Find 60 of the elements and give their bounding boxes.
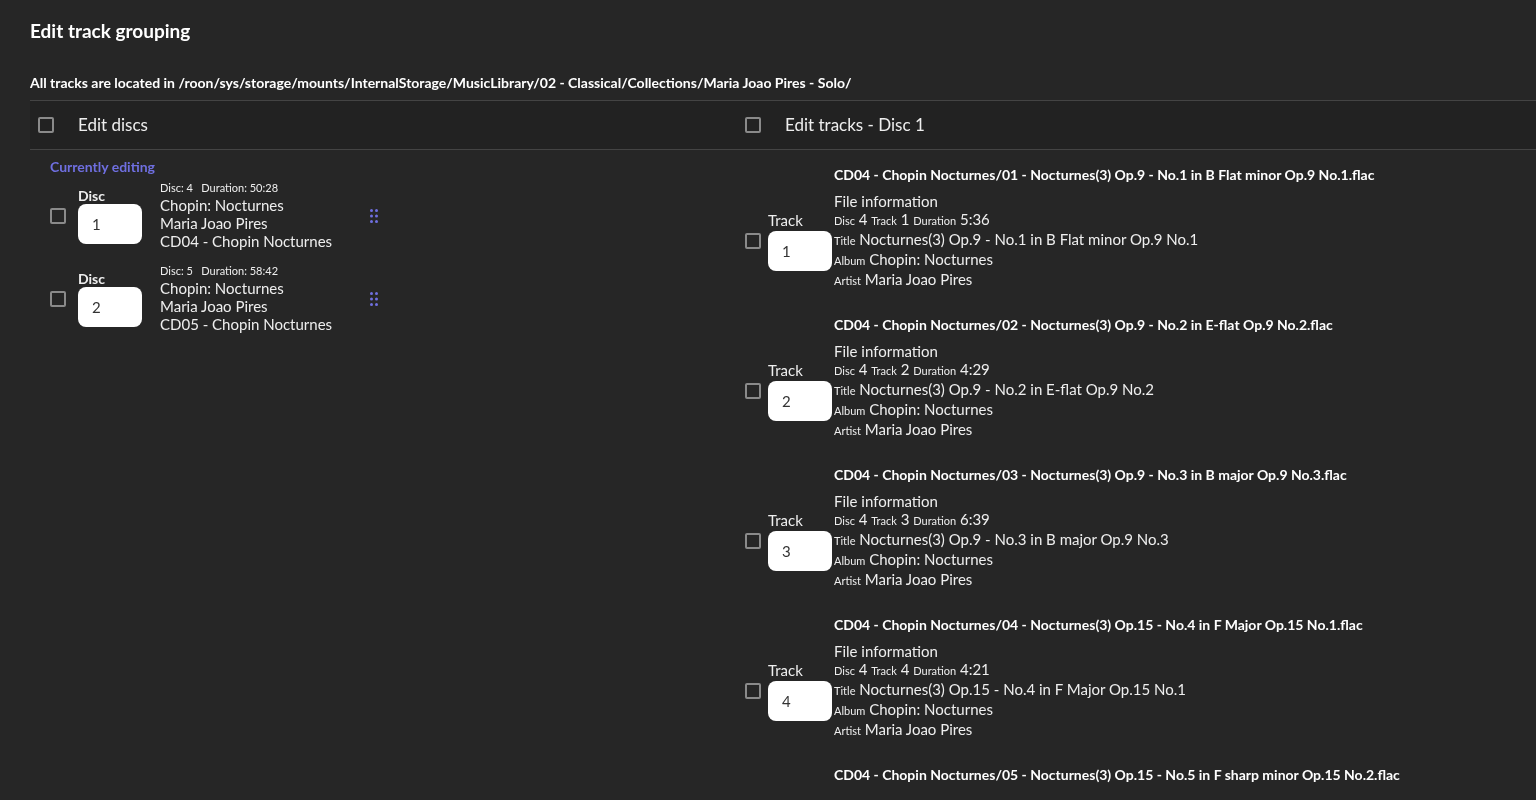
info-line: Title Nocturnes(3) Op.9 - No.2 in E-flat Op.9 No.2	[834, 380, 1155, 400]
info-line: Artist Maria Joao Pires	[834, 420, 974, 440]
info-line: Title Nocturnes(3) Op.9 - No.1 in B Flat minor Op.9 No.1	[834, 230, 1199, 250]
track-label: Track	[768, 661, 804, 679]
section-label: Currently editing	[50, 157, 156, 177]
disc-info-line: CD04 - Chopin Nocturnes	[160, 232, 334, 250]
info-heading: File information	[834, 192, 939, 210]
location-text: All tracks are located in /roon/sys/storage/mounts/InternalStorage/MusicLibrary/02 - Classical/Collections/Maria Joao Pires - Solo/	[30, 73, 853, 93]
checkbox[interactable]	[50, 290, 66, 307]
panel-header: Edit discs	[78, 113, 148, 138]
disc-meta: Disc: 4 Duration: 50:28	[160, 181, 279, 195]
file-path: CD04 - Chopin Nocturnes/03 - Nocturnes(3) Op.9 - No.3 in B major Op.9 No.3.flac	[834, 466, 1348, 484]
number-field[interactable]: 3	[768, 531, 832, 571]
number-field[interactable]: 2	[768, 381, 832, 421]
info-heading: File information	[834, 342, 939, 360]
disc-label: Disc	[78, 270, 106, 287]
info-heading: File information	[834, 642, 939, 660]
info-line: Album Chopin: Nocturnes	[834, 700, 994, 720]
info-line: Disc 4 Track 4 Duration 4:21	[834, 660, 991, 680]
info-line: Disc 4 Track 3 Duration 6:39	[834, 510, 991, 530]
number-field[interactable]: 4	[768, 681, 832, 721]
info-heading: File information	[834, 492, 939, 510]
checkbox[interactable]	[745, 683, 761, 699]
file-path: CD04 - Chopin Nocturnes/05 - Nocturnes(3) Op.15 - No.5 in F sharp minor Op.15 No.2.flac	[834, 766, 1401, 784]
track-label: Track	[768, 361, 804, 379]
disc-info-line: Maria Joao Pires	[160, 214, 269, 232]
info-line: Title Nocturnes(3) Op.15 - No.4 in F Major Op.15 No.1	[834, 680, 1187, 700]
info-line: Disc 4 Track 2 Duration 4:29	[834, 360, 991, 380]
checkbox[interactable]	[745, 533, 761, 549]
info-line: Artist Maria Joao Pires	[834, 570, 974, 590]
drag-handle-icon[interactable]	[370, 291, 378, 306]
disc-info-line: Maria Joao Pires	[160, 297, 269, 315]
drag-handle-icon[interactable]	[370, 208, 378, 223]
info-line: Album Chopin: Nocturnes	[834, 250, 994, 270]
number-field[interactable]: 1	[78, 203, 142, 244]
number-field[interactable]: 2	[78, 286, 142, 327]
disc-info-line: Chopin: Nocturnes	[160, 196, 285, 214]
info-line: Artist Maria Joao Pires	[834, 270, 974, 290]
info-line: Title Nocturnes(3) Op.9 - No.3 in B major Op.9 No.3	[834, 530, 1169, 550]
info-line: Disc 4 Track 1 Duration 5:36	[834, 210, 991, 230]
disc-label: Disc	[78, 187, 106, 204]
panel-header: Edit tracks - Disc 1	[785, 113, 925, 138]
file-path: CD04 - Chopin Nocturnes/02 - Nocturnes(3) Op.9 - No.2 in E-flat Op.9 No.2.flac	[834, 316, 1334, 334]
disc-info-line: Chopin: Nocturnes	[160, 279, 285, 297]
disc-meta: Disc: 5 Duration: 58:42	[160, 264, 279, 278]
file-path: CD04 - Chopin Nocturnes/04 - Nocturnes(3) Op.15 - No.4 in F Major Op.15 No.1.flac	[834, 616, 1364, 634]
checkbox[interactable]	[745, 383, 761, 399]
disc-info-line: CD05 - Chopin Nocturnes	[160, 315, 334, 333]
track-label: Track	[768, 211, 804, 229]
checkbox[interactable]	[745, 233, 761, 249]
page-title: Edit track grouping	[30, 18, 192, 44]
checkbox[interactable]	[50, 207, 66, 224]
file-path: CD04 - Chopin Nocturnes/01 - Nocturnes(3) Op.9 - No.1 in B Flat minor Op.9 No.1.flac	[834, 166, 1376, 184]
checkbox[interactable]	[38, 117, 54, 133]
info-line: Artist Maria Joao Pires	[834, 720, 974, 740]
checkbox[interactable]	[745, 117, 761, 133]
number-field[interactable]: 1	[768, 231, 832, 271]
track-label: Track	[768, 511, 804, 529]
info-line: Album Chopin: Nocturnes	[834, 400, 994, 420]
info-line: Album Chopin: Nocturnes	[834, 550, 994, 570]
